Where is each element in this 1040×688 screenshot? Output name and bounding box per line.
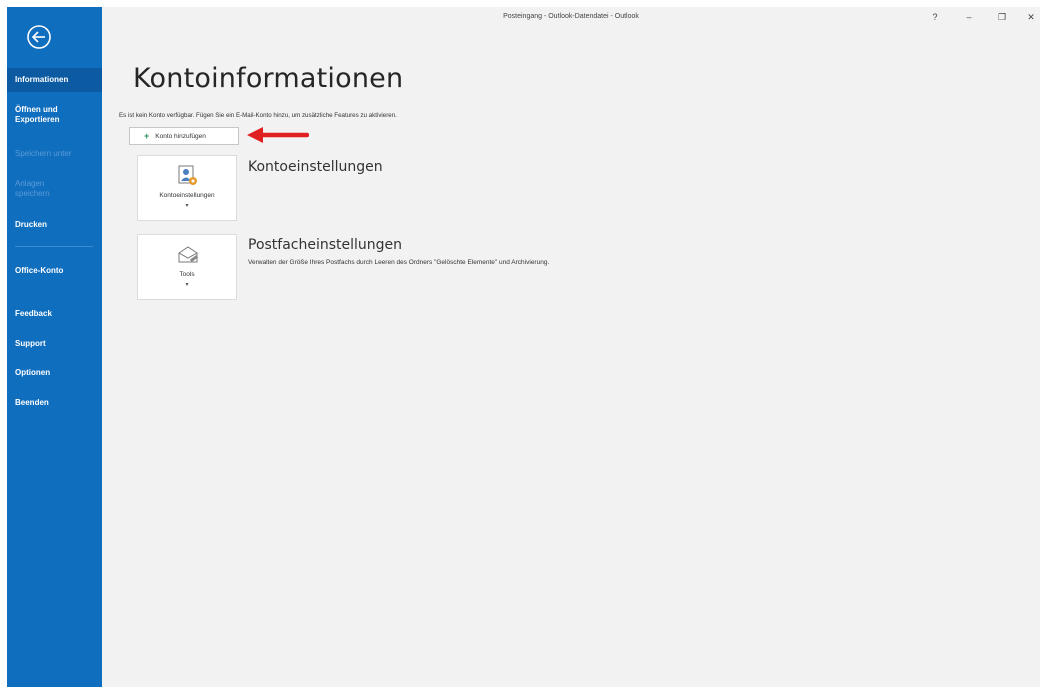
sidebar-item-anlagen-speichern: Anlagen speichern <box>7 179 77 199</box>
sidebar-item-label: Office-Konto <box>15 266 64 275</box>
sidebar-item-label: Drucken <box>15 220 48 229</box>
sidebar-item-optionen[interactable]: Optionen <box>7 368 102 378</box>
minimize-button[interactable]: – <box>962 11 976 23</box>
sidebar-item-label: Feedback <box>15 309 52 318</box>
close-button[interactable]: ✕ <box>1024 11 1038 23</box>
sidebar-item-feedback[interactable]: Feedback <box>7 309 102 319</box>
add-account-label: Konto hinzufügen <box>155 132 206 140</box>
sidebar-item-office-konto[interactable]: Office-Konto <box>7 266 67 276</box>
help-button[interactable]: ? <box>928 11 942 23</box>
back-button[interactable] <box>25 23 53 51</box>
red-arrow-annotation <box>247 127 309 143</box>
window-title: Posteingang - Outlook-Datendatei - Outlo… <box>503 13 639 20</box>
restore-button[interactable]: ❐ <box>995 11 1009 23</box>
sidebar-item-label: Optionen <box>15 368 51 377</box>
sidebar-separator <box>15 246 93 247</box>
sidebar-item-label: Speichern unter <box>15 149 72 158</box>
page-title: Kontoinformationen <box>133 63 404 94</box>
account-settings-icon <box>176 164 200 188</box>
no-account-info-text: Es ist kein Konto verfügbar. Fügen Sie e… <box>119 112 397 119</box>
sidebar-item-beenden[interactable]: Beenden <box>7 398 102 408</box>
sidebar-item-label: Beenden <box>15 398 49 407</box>
add-account-button[interactable]: + Konto hinzufügen <box>129 127 239 145</box>
tools-tile-label: Tools <box>179 271 195 278</box>
sidebar-item-oeffnen-und-exportieren[interactable]: Öffnen und Exportieren <box>7 105 87 125</box>
account-settings-tile-label: Kontoeinstellungen <box>159 192 215 199</box>
tools-tile[interactable]: Tools ▾ <box>137 234 237 300</box>
sidebar-item-label: Informationen <box>15 75 69 84</box>
sidebar-item-label: Anlagen speichern <box>15 179 50 198</box>
backstage-sidebar: Informationen Öffnen und Exportieren Spe… <box>7 7 102 687</box>
sidebar-item-speichern-unter: Speichern unter <box>7 149 102 159</box>
sidebar-item-support[interactable]: Support <box>7 339 102 349</box>
mailbox-settings-heading: Postfacheinstellungen <box>248 237 403 253</box>
mailbox-settings-description: Verwalten der Größe Ihres Postfachs durc… <box>248 259 550 266</box>
back-arrow-icon <box>27 25 51 49</box>
account-settings-heading: Kontoeinstellungen <box>248 159 383 175</box>
sidebar-item-informationen[interactable]: Informationen <box>7 68 102 92</box>
title-bar: Posteingang - Outlook-Datendatei - Outlo… <box>102 7 1040 29</box>
sidebar-item-label: Öffnen und Exportieren <box>15 105 60 124</box>
plus-icon: + <box>144 131 150 141</box>
sidebar-item-label: Support <box>15 339 46 348</box>
tools-icon <box>176 243 200 267</box>
chevron-down-icon: ▾ <box>185 203 189 209</box>
outlook-window: Informationen Öffnen und Exportieren Spe… <box>7 7 1040 687</box>
account-settings-tile[interactable]: Kontoeinstellungen ▾ <box>137 155 237 221</box>
sidebar-item-drucken[interactable]: Drucken <box>7 220 102 230</box>
chevron-down-icon: ▾ <box>185 282 189 288</box>
